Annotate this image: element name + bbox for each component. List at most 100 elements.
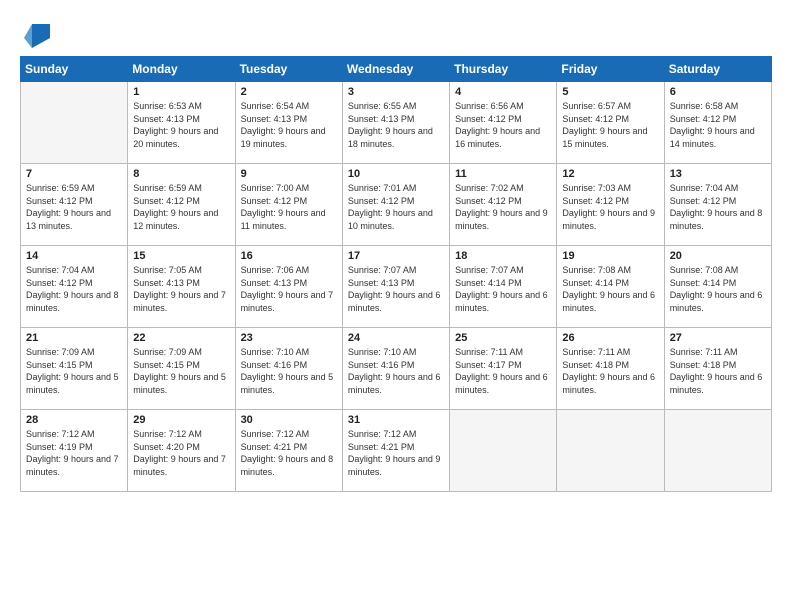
day-number: 24 (348, 332, 444, 344)
calendar-cell: 22 Sunrise: 7:09 AMSunset: 4:15 PMDayligh… (128, 328, 235, 410)
day-number: 26 (562, 332, 658, 344)
day-number: 13 (670, 168, 766, 180)
day-number: 16 (241, 250, 337, 262)
calendar-week-row: 21 Sunrise: 7:09 AMSunset: 4:15 PMDayligh… (21, 328, 772, 410)
day-number: 1 (133, 86, 229, 98)
day-number: 31 (348, 414, 444, 426)
weekday-header: Friday (557, 57, 664, 82)
day-number: 21 (26, 332, 122, 344)
day-number: 30 (241, 414, 337, 426)
day-info: Sunrise: 7:00 AMSunset: 4:12 PMDaylight:… (241, 182, 337, 232)
day-info: Sunrise: 6:53 AMSunset: 4:13 PMDaylight:… (133, 100, 229, 150)
day-info: Sunrise: 6:54 AMSunset: 4:13 PMDaylight:… (241, 100, 337, 150)
calendar-cell: 27 Sunrise: 7:11 AMSunset: 4:18 PMDayligh… (664, 328, 771, 410)
calendar-cell: 5 Sunrise: 6:57 AMSunset: 4:12 PMDaylight… (557, 82, 664, 164)
calendar-cell: 10 Sunrise: 7:01 AMSunset: 4:12 PMDayligh… (342, 164, 449, 246)
day-number: 3 (348, 86, 444, 98)
calendar-cell: 28Sunrise: 7:12 AMSunset: 4:19 PMDayligh… (21, 410, 128, 492)
calendar-cell: 23 Sunrise: 7:10 AMSunset: 4:16 PMDayligh… (235, 328, 342, 410)
calendar-cell: 16 Sunrise: 7:06 AMSunset: 4:13 PMDayligh… (235, 246, 342, 328)
calendar-cell: 1 Sunrise: 6:53 AMSunset: 4:13 PMDaylight… (128, 82, 235, 164)
calendar-cell: 8Sunrise: 6:59 AMSunset: 4:12 PMDaylight… (128, 164, 235, 246)
day-info: Sunrise: 7:12 AMSunset: 4:20 PMDaylight:… (133, 428, 229, 478)
day-info: Sunrise: 6:59 AMSunset: 4:12 PMDaylight:… (133, 182, 229, 232)
calendar-cell: 9 Sunrise: 7:00 AMSunset: 4:12 PMDaylight… (235, 164, 342, 246)
day-info: Sunrise: 7:03 AMSunset: 4:12 PMDaylight:… (562, 182, 658, 232)
calendar-cell (664, 410, 771, 492)
day-number: 10 (348, 168, 444, 180)
day-number: 19 (562, 250, 658, 262)
day-info: Sunrise: 6:58 AMSunset: 4:12 PMDaylight:… (670, 100, 766, 150)
day-info: Sunrise: 7:12 AMSunset: 4:21 PMDaylight:… (348, 428, 444, 478)
calendar-cell: 6Sunrise: 6:58 AMSunset: 4:12 PMDaylight… (664, 82, 771, 164)
day-number: 2 (241, 86, 337, 98)
calendar-week-row: 28Sunrise: 7:12 AMSunset: 4:19 PMDayligh… (21, 410, 772, 492)
weekday-header: Tuesday (235, 57, 342, 82)
calendar-cell: 29Sunrise: 7:12 AMSunset: 4:20 PMDayligh… (128, 410, 235, 492)
day-number: 20 (670, 250, 766, 262)
day-info: Sunrise: 7:06 AMSunset: 4:13 PMDaylight:… (241, 264, 337, 314)
calendar-cell: 30 Sunrise: 7:12 AMSunset: 4:21 PMDayligh… (235, 410, 342, 492)
calendar-cell: 7Sunrise: 6:59 AMSunset: 4:12 PMDaylight… (21, 164, 128, 246)
day-info: Sunrise: 7:01 AMSunset: 4:12 PMDaylight:… (348, 182, 444, 232)
calendar-cell: 20 Sunrise: 7:08 AMSunset: 4:14 PMDayligh… (664, 246, 771, 328)
weekday-header: Monday (128, 57, 235, 82)
logo (20, 20, 50, 48)
calendar-cell: 2 Sunrise: 6:54 AMSunset: 4:13 PMDaylight… (235, 82, 342, 164)
calendar-table: SundayMondayTuesdayWednesdayThursdayFrid… (20, 56, 772, 492)
calendar-cell: 18Sunrise: 7:07 AMSunset: 4:14 PMDayligh… (450, 246, 557, 328)
day-info: Sunrise: 7:12 AMSunset: 4:19 PMDaylight:… (26, 428, 122, 478)
calendar-cell (450, 410, 557, 492)
day-info: Sunrise: 7:05 AMSunset: 4:13 PMDaylight:… (133, 264, 229, 314)
calendar-cell: 15Sunrise: 7:05 AMSunset: 4:13 PMDayligh… (128, 246, 235, 328)
day-number: 22 (133, 332, 229, 344)
calendar-cell: 19 Sunrise: 7:08 AMSunset: 4:14 PMDayligh… (557, 246, 664, 328)
day-info: Sunrise: 7:08 AMSunset: 4:14 PMDaylight:… (562, 264, 658, 314)
day-info: Sunrise: 6:56 AMSunset: 4:12 PMDaylight:… (455, 100, 551, 150)
day-info: Sunrise: 7:10 AMSunset: 4:16 PMDaylight:… (241, 346, 337, 396)
calendar-cell: 13Sunrise: 7:04 AMSunset: 4:12 PMDayligh… (664, 164, 771, 246)
logo-icon (22, 20, 50, 48)
day-info: Sunrise: 6:57 AMSunset: 4:12 PMDaylight:… (562, 100, 658, 150)
weekday-header: Thursday (450, 57, 557, 82)
day-info: Sunrise: 7:12 AMSunset: 4:21 PMDaylight:… (241, 428, 337, 478)
calendar-cell: 14Sunrise: 7:04 AMSunset: 4:12 PMDayligh… (21, 246, 128, 328)
calendar-cell (21, 82, 128, 164)
calendar-cell: 11 Sunrise: 7:02 AMSunset: 4:12 PMDayligh… (450, 164, 557, 246)
calendar-cell: 26 Sunrise: 7:11 AMSunset: 4:18 PMDayligh… (557, 328, 664, 410)
day-number: 14 (26, 250, 122, 262)
day-number: 23 (241, 332, 337, 344)
day-number: 11 (455, 168, 551, 180)
day-info: Sunrise: 7:07 AMSunset: 4:14 PMDaylight:… (455, 264, 551, 314)
day-info: Sunrise: 7:07 AMSunset: 4:13 PMDaylight:… (348, 264, 444, 314)
day-number: 17 (348, 250, 444, 262)
day-number: 27 (670, 332, 766, 344)
header (20, 16, 772, 48)
day-number: 7 (26, 168, 122, 180)
day-number: 5 (562, 86, 658, 98)
calendar-cell: 24 Sunrise: 7:10 AMSunset: 4:16 PMDayligh… (342, 328, 449, 410)
day-info: Sunrise: 7:11 AMSunset: 4:18 PMDaylight:… (670, 346, 766, 396)
calendar-cell: 21 Sunrise: 7:09 AMSunset: 4:15 PMDayligh… (21, 328, 128, 410)
day-number: 9 (241, 168, 337, 180)
calendar-cell: 3 Sunrise: 6:55 AMSunset: 4:13 PMDaylight… (342, 82, 449, 164)
day-info: Sunrise: 7:02 AMSunset: 4:12 PMDaylight:… (455, 182, 551, 232)
weekday-header: Wednesday (342, 57, 449, 82)
day-info: Sunrise: 6:55 AMSunset: 4:13 PMDaylight:… (348, 100, 444, 150)
day-number: 25 (455, 332, 551, 344)
calendar-cell: 31 Sunrise: 7:12 AMSunset: 4:21 PMDayligh… (342, 410, 449, 492)
day-info: Sunrise: 7:11 AMSunset: 4:18 PMDaylight:… (562, 346, 658, 396)
day-number: 12 (562, 168, 658, 180)
calendar-week-row: 14Sunrise: 7:04 AMSunset: 4:12 PMDayligh… (21, 246, 772, 328)
day-info: Sunrise: 7:09 AMSunset: 4:15 PMDaylight:… (26, 346, 122, 396)
calendar-week-row: 7 Sunrise: 6:59 AMSunset: 4:12 PMDaylight… (21, 164, 772, 246)
calendar-week-row: 1 Sunrise: 6:53 AMSunset: 4:13 PMDaylight… (21, 82, 772, 164)
calendar-cell: 12 Sunrise: 7:03 AMSunset: 4:12 PMDayligh… (557, 164, 664, 246)
calendar-header-row: SundayMondayTuesdayWednesdayThursdayFrid… (21, 57, 772, 82)
calendar-cell: 17 Sunrise: 7:07 AMSunset: 4:13 PMDayligh… (342, 246, 449, 328)
day-info: Sunrise: 7:09 AMSunset: 4:15 PMDaylight:… (133, 346, 229, 396)
day-info: Sunrise: 7:10 AMSunset: 4:16 PMDaylight:… (348, 346, 444, 396)
day-info: Sunrise: 7:08 AMSunset: 4:14 PMDaylight:… (670, 264, 766, 314)
page: SundayMondayTuesdayWednesdayThursdayFrid… (0, 0, 792, 612)
day-number: 4 (455, 86, 551, 98)
